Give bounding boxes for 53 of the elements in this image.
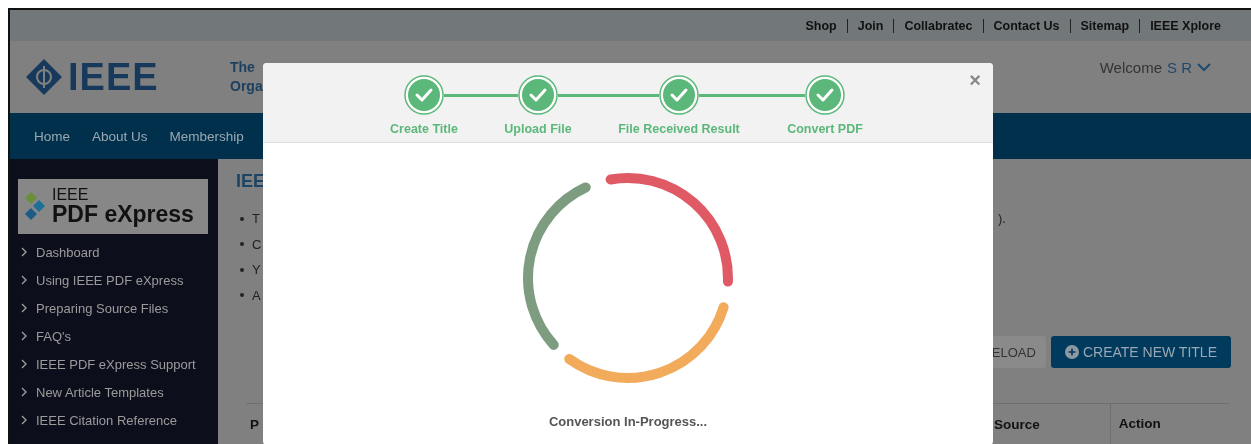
- chevron-right-icon: [21, 331, 27, 341]
- logo-text: IEEE: [52, 187, 90, 203]
- status-text: Conversion In-Progress...: [548, 414, 708, 429]
- top-link[interactable]: Shop: [795, 18, 848, 33]
- top-link[interactable]: Sitemap: [1070, 18, 1141, 33]
- step-label: File Received Result: [618, 122, 740, 136]
- sidebar-link[interactable]: Using IEEE PDF eXpress: [10, 266, 218, 294]
- top-link[interactable]: Contact Us: [983, 18, 1071, 33]
- chevron-right-icon: [21, 303, 27, 313]
- sidebar-link[interactable]: New Article Templates: [10, 378, 218, 406]
- ieee-diamond-icon: [24, 57, 64, 97]
- bullet-text: A: [252, 287, 261, 303]
- bullet-icon: [240, 242, 244, 247]
- bullet-text: ).: [997, 211, 1006, 227]
- create-button[interactable]: CREATE NEW TITLE: [1050, 336, 1231, 368]
- bullet-text: Y: [252, 262, 261, 278]
- top-link[interactable]: IEEE Xplore: [1140, 18, 1231, 33]
- column-header: P: [250, 416, 259, 432]
- column-header: Source: [994, 416, 1040, 432]
- page-heading: IEE: [236, 171, 266, 192]
- chevron-right-icon: [21, 387, 27, 397]
- close-button[interactable]: ×: [965, 69, 985, 92]
- top-link[interactable]: Join: [847, 18, 895, 33]
- chevron-right-icon: [21, 247, 27, 257]
- sidebar-link[interactable]: Preparing Source Files: [10, 294, 218, 322]
- logo-text: PDF eXpress: [52, 203, 194, 226]
- sidebar-link[interactable]: Dashboard: [10, 238, 218, 266]
- top-link[interactable]: Collabratec: [894, 18, 984, 33]
- step-label: Convert PDF: [787, 122, 863, 136]
- chevron-down-icon[interactable]: [1197, 62, 1211, 72]
- diamonds-icon: [24, 191, 46, 222]
- tagline-text: The: [230, 58, 256, 77]
- step-label: Create Title: [390, 122, 458, 136]
- chevron-right-icon: [21, 275, 27, 285]
- plus-circle-icon: [1064, 345, 1079, 359]
- welcome-text: Welcome: [1099, 58, 1162, 76]
- column-header: Action: [1109, 404, 1161, 444]
- chevron-right-icon: [21, 359, 27, 369]
- chevron-right-icon: [21, 415, 27, 425]
- sidebar-link[interactable]: FAQ's: [10, 322, 218, 350]
- nav-link[interactable]: Membership: [169, 128, 244, 144]
- nav-link[interactable]: Home: [34, 128, 70, 144]
- step-label: Upload File: [504, 122, 572, 136]
- sidebar-link[interactable]: IEEE Citation Reference: [10, 406, 218, 434]
- bullet-icon: [240, 293, 244, 298]
- bullet-icon: [240, 216, 244, 221]
- tagline-text: Orga: [230, 77, 263, 96]
- bullet-text: C: [252, 236, 262, 252]
- bullet-icon: [240, 267, 244, 272]
- sidebar-link[interactable]: IEEE PDF eXpress Support: [10, 350, 218, 378]
- ieee-logo-text: IEEE: [68, 55, 159, 99]
- bullet-text: T: [252, 211, 260, 227]
- nav-link[interactable]: About Us: [92, 128, 148, 144]
